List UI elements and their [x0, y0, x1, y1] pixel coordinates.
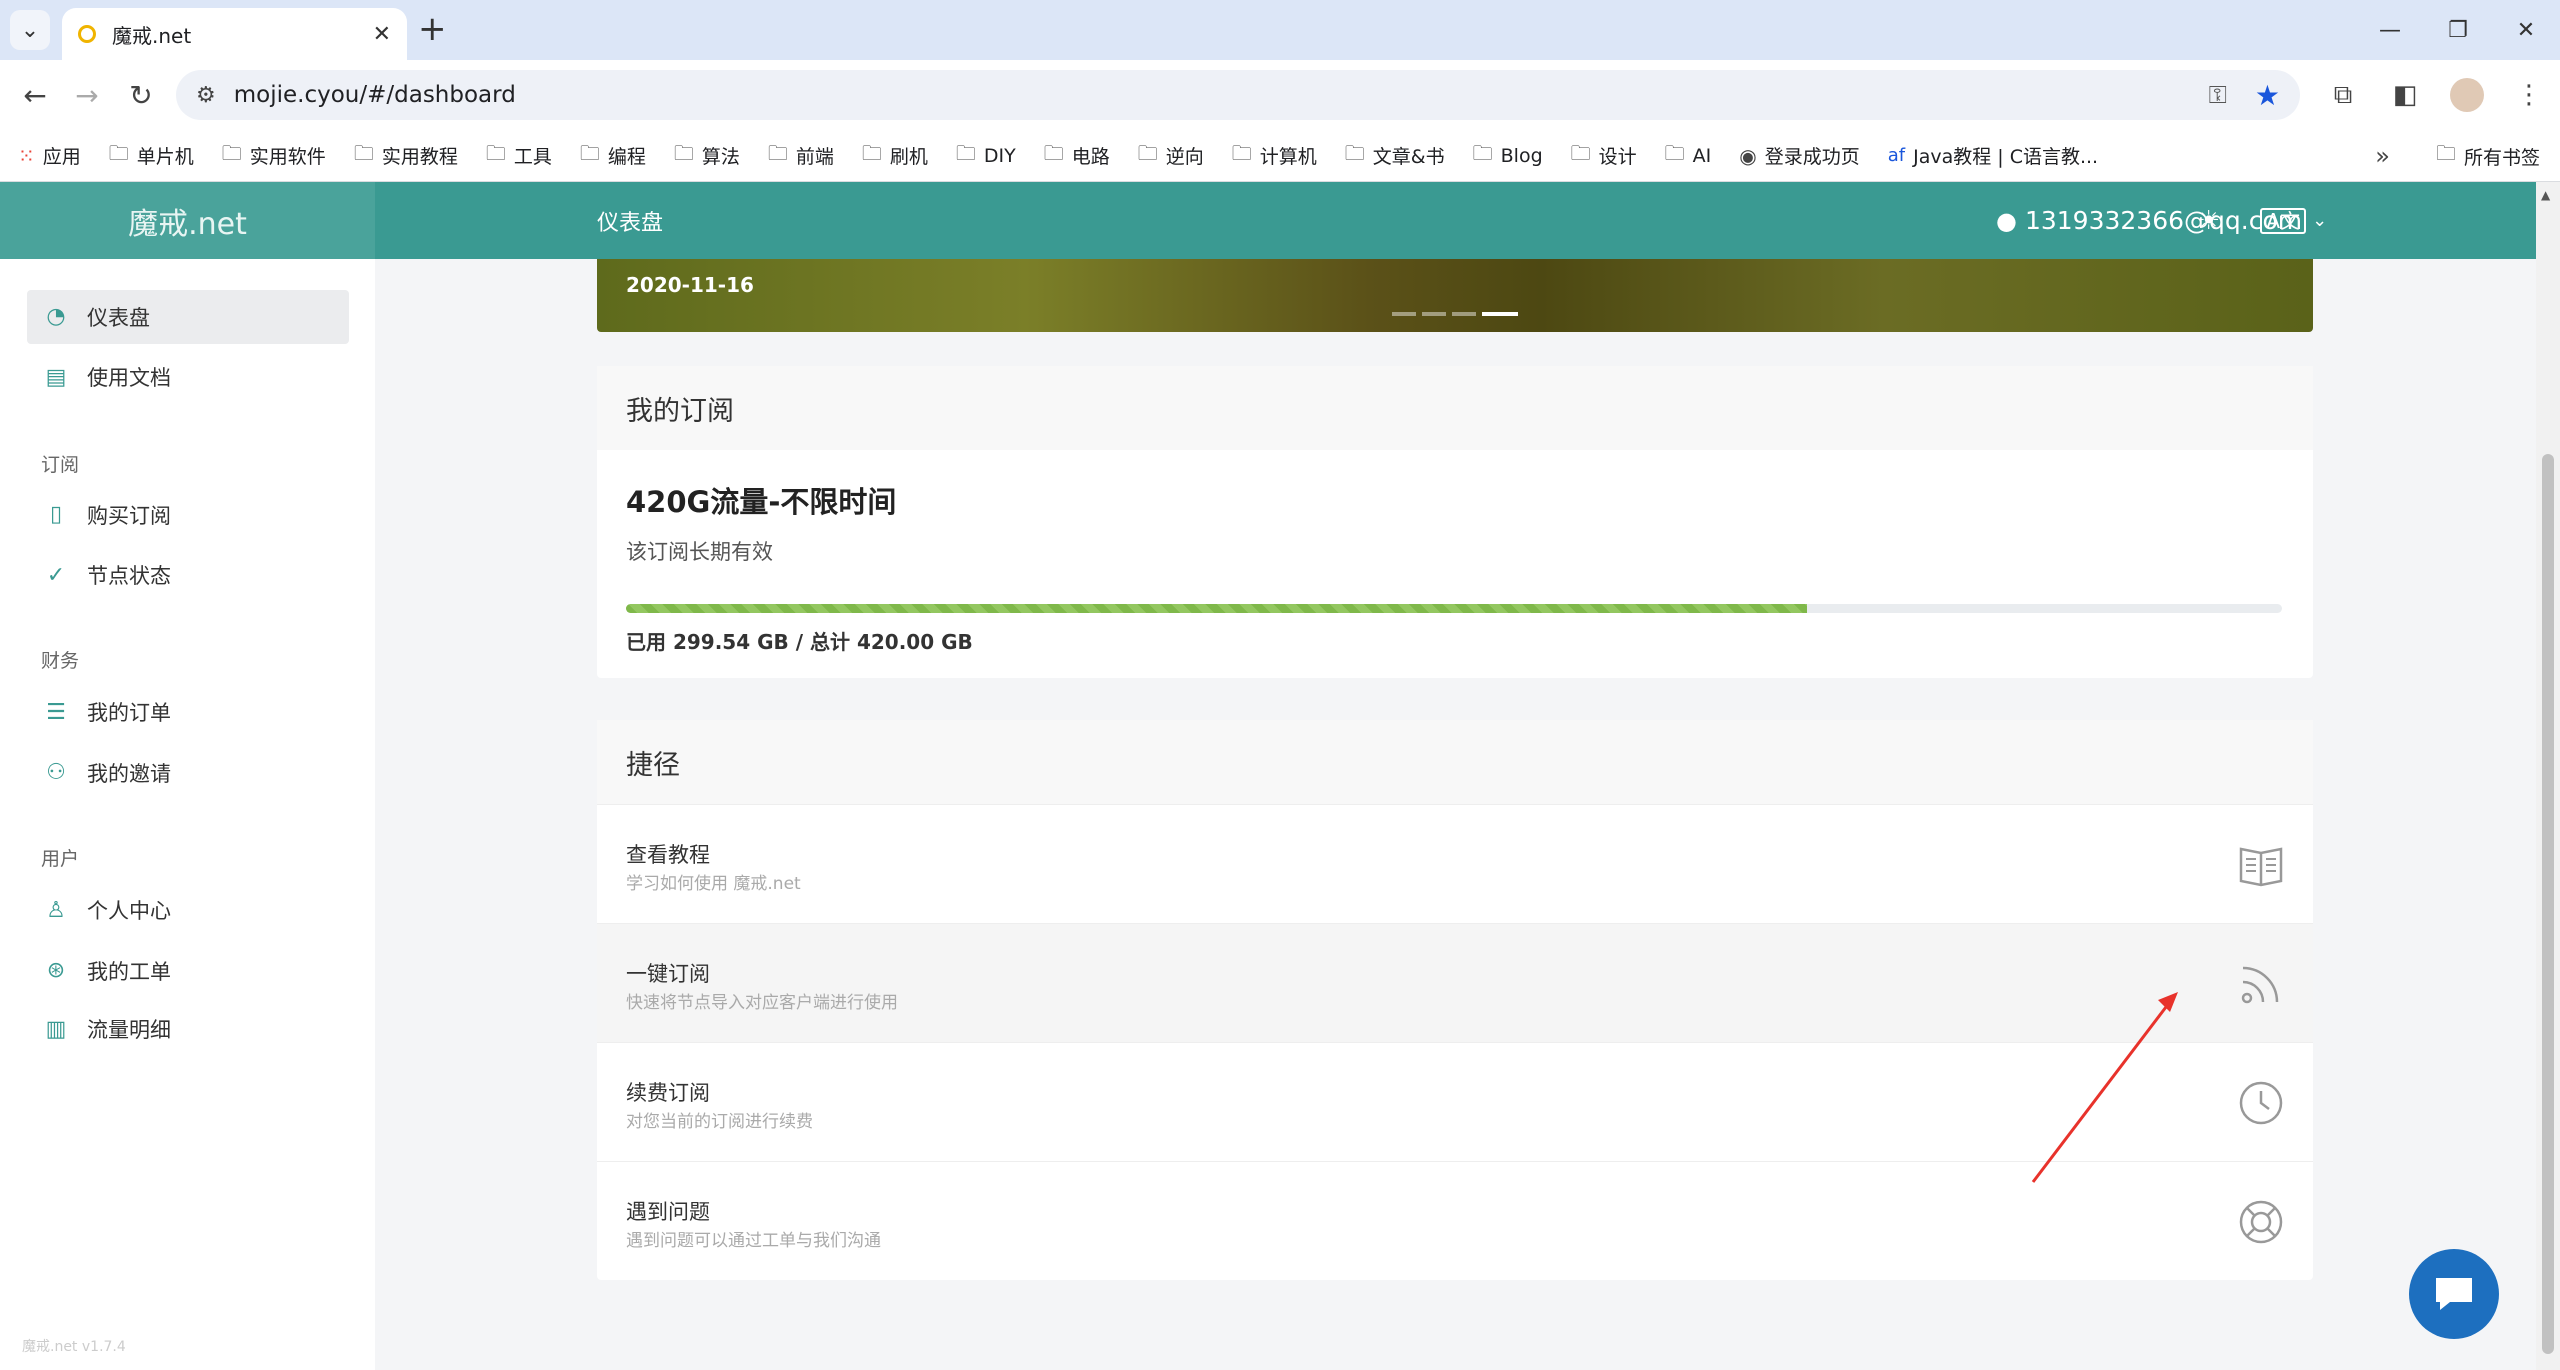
bookmark-label: 设计: [1598, 146, 1637, 168]
bookmark-item[interactable]: 🗀 实用教程: [354, 139, 458, 173]
web-page: 魔戒.net 仪表盘 ☀ A文 ● 1319332366@qq.com ⌄ 魔戒…: [0, 182, 2536, 1370]
folder-icon: 🗀: [2435, 141, 2456, 165]
folder-icon: 🗀: [1043, 140, 1064, 165]
browser-tab[interactable]: 魔戒.net ✕: [62, 8, 407, 60]
back-button[interactable]: ←: [14, 74, 56, 116]
bookmark-item[interactable]: 🗀 AI: [1665, 139, 1712, 173]
minimize-icon[interactable]: —: [2356, 0, 2424, 60]
folder-icon: 🗀: [1231, 140, 1252, 165]
folder-icon: 🗀: [221, 140, 242, 165]
url-text[interactable]: mojie.cyou/#/dashboard: [234, 82, 2209, 108]
bookmark-item[interactable]: 🗀 刷机: [862, 139, 928, 173]
bookmark-label: 应用: [42, 146, 81, 168]
bookmark-item[interactable]: ◉ 登录成功页: [1739, 142, 1859, 169]
close-tab-icon[interactable]: ✕: [373, 22, 391, 47]
bookmark-label: 所有书签: [2463, 146, 2540, 169]
tab-search-button[interactable]: ⌄: [10, 10, 50, 50]
bookmark-item[interactable]: 🗀 前端: [768, 139, 834, 173]
af-icon: af: [1887, 145, 1906, 166]
toolbar-right: ⧉ ◧ ⋮: [2312, 74, 2560, 116]
forward-button[interactable]: →: [66, 74, 108, 116]
bookmark-label: 前端: [795, 146, 834, 168]
arrow-right-icon: →: [75, 78, 99, 112]
folder-icon: 🗀: [1570, 140, 1591, 165]
all-bookmarks-folder[interactable]: 🗀 所有书签: [2436, 139, 2540, 173]
chevron-double-right-icon[interactable]: »: [2375, 142, 2390, 170]
profile-avatar[interactable]: [2450, 78, 2484, 112]
close-window-icon[interactable]: ✕: [2492, 0, 2560, 60]
bookmark-label: 单片机: [136, 146, 194, 168]
bookmark-label: 文章&书: [1372, 146, 1445, 168]
bookmark-label: Blog: [1500, 144, 1543, 167]
bookmark-label: 实用软件: [249, 146, 326, 168]
chevron-down-icon: ⌄: [20, 17, 40, 43]
folder-icon: 🗀: [1344, 140, 1365, 165]
reload-button[interactable]: ↻: [120, 74, 162, 116]
annotation-arrow: [2031, 992, 2178, 1183]
apps-icon: ⁙: [18, 143, 35, 168]
bookmark-item[interactable]: 🗀 工具: [486, 139, 552, 173]
bookmark-label: DIY: [983, 144, 1016, 167]
window-controls: — ❐ ✕: [2356, 0, 2560, 60]
globe-icon: ◉: [1739, 143, 1757, 168]
bookmark-label: AI: [1692, 144, 1712, 167]
browser-toolbar: ← → ↻ ⚙ mojie.cyou/#/dashboard ⚿ ★ ⧉ ◧ ⋮: [0, 60, 2560, 130]
site-info-icon[interactable]: ⚙: [196, 83, 216, 108]
bookmark-label: 电路: [1071, 146, 1110, 168]
tab-title: 魔戒.net: [112, 23, 192, 48]
side-panel-icon[interactable]: ◧: [2374, 80, 2436, 110]
folder-icon: 🗀: [579, 140, 600, 165]
bookmark-item[interactable]: 🗀 文章&书: [1345, 139, 1445, 173]
folder-icon: 🗀: [1137, 140, 1158, 165]
address-bar[interactable]: ⚙ mojie.cyou/#/dashboard ⚿ ★: [176, 70, 2300, 120]
bookmark-item[interactable]: 🗀 Blog: [1473, 139, 1543, 173]
arrow-left-icon: ←: [23, 78, 47, 112]
restore-icon[interactable]: ❐: [2424, 0, 2492, 60]
bookmark-item[interactable]: af Java教程 | C语言教...: [1888, 142, 2098, 169]
folder-icon: 🗀: [1472, 140, 1493, 165]
more-menu-icon[interactable]: ⋮: [2498, 80, 2560, 110]
bookmark-label: 登录成功页: [1764, 146, 1860, 168]
bookmark-item[interactable]: 🗀 逆向: [1138, 139, 1204, 173]
bookmark-label: 刷机: [889, 146, 928, 168]
scroll-up-icon[interactable]: ▲: [2541, 188, 2550, 202]
bookmark-item[interactable]: 🗀 算法: [674, 139, 740, 173]
browser-window: ⌄ 魔戒.net ✕ + — ❐ ✕ ← → ↻ ⚙ mojie.cyou/#/…: [0, 0, 2560, 1370]
bookmark-label: 实用教程: [381, 146, 458, 168]
bookmark-item[interactable]: 🗀 设计: [1571, 139, 1637, 173]
folder-icon: 🗀: [673, 140, 694, 165]
extensions-icon[interactable]: ⧉: [2312, 80, 2374, 111]
new-tab-button[interactable]: +: [418, 12, 447, 46]
folder-icon: 🗀: [861, 140, 882, 165]
bookmark-label: 编程: [607, 146, 646, 168]
site-favicon-icon: [78, 25, 96, 43]
tab-strip: ⌄ 魔戒.net ✕ + — ❐ ✕: [0, 0, 2560, 60]
bookmark-item[interactable]: 🗀 单片机: [109, 139, 194, 173]
folder-icon: 🗀: [108, 140, 129, 165]
bookmark-label: 计算机: [1259, 146, 1317, 168]
bookmarks-overflow: » 🗀 所有书签: [2375, 130, 2540, 182]
bookmark-label: Java教程 | C语言教...: [1913, 146, 2099, 168]
bookmark-star-icon[interactable]: ★: [2255, 79, 2280, 112]
folder-icon: 🗀: [767, 140, 788, 165]
folder-icon: 🗀: [485, 140, 506, 165]
folder-icon: 🗀: [955, 140, 976, 165]
bookmark-item[interactable]: 🗀 实用软件: [222, 139, 326, 173]
scrollbar-thumb[interactable]: [2542, 454, 2554, 1354]
folder-icon: 🗀: [1664, 140, 1685, 165]
key-icon[interactable]: ⚿: [2209, 81, 2227, 109]
bookmark-item[interactable]: ⁙ 应用: [18, 142, 81, 169]
reload-icon: ↻: [129, 78, 153, 112]
bookmark-label: 逆向: [1165, 146, 1204, 168]
bookmark-label: 算法: [701, 146, 740, 168]
bookmark-item[interactable]: 🗀 DIY: [956, 139, 1016, 173]
bookmark-item[interactable]: 🗀 编程: [580, 139, 646, 173]
folder-icon: 🗀: [353, 140, 374, 165]
bookmark-item[interactable]: 🗀 计算机: [1232, 139, 1317, 173]
page-scrollbar[interactable]: ▲: [2536, 182, 2560, 1370]
bookmarks-bar: ⁙ 应用 🗀 单片机 🗀 实用软件 🗀 实用教程 🗀 工具 🗀 编程 🗀 算法 🗀 前端 🗀 刷机 🗀 DIY 🗀 电路 🗀…: [0, 130, 2560, 182]
bookmark-label: 工具: [513, 146, 552, 168]
bookmark-item[interactable]: 🗀 电路: [1044, 139, 1110, 173]
